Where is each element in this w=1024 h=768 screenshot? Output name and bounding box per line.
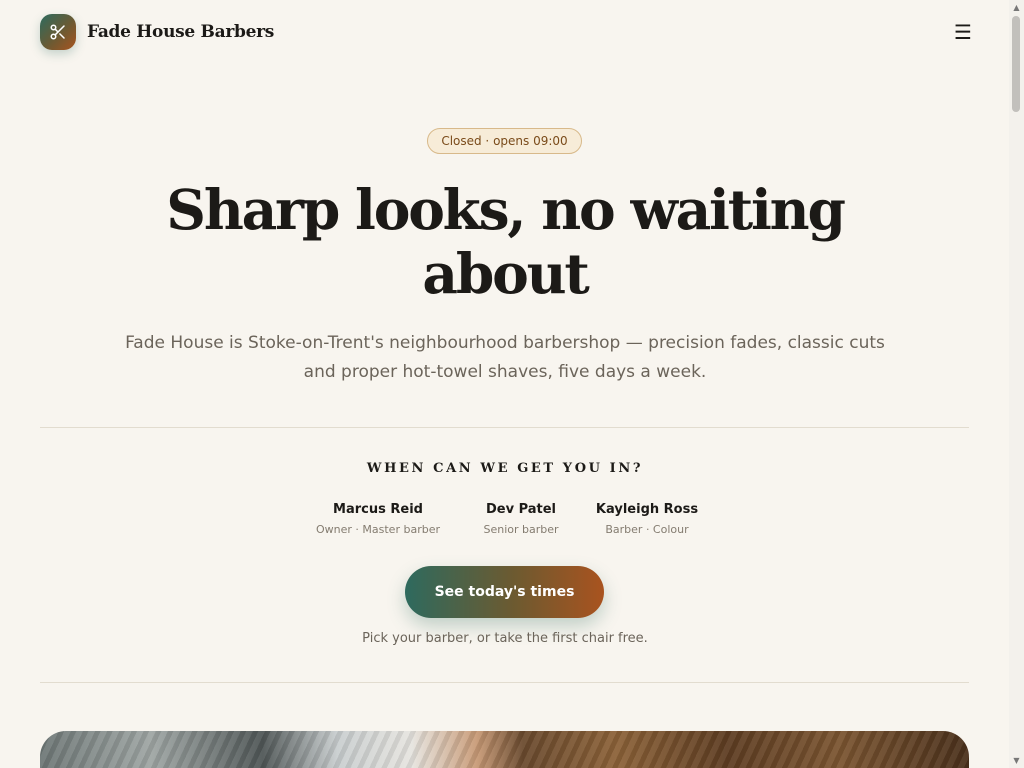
barber-card-marcus-reid[interactable]: Marcus Reid Owner · Master barber [306, 502, 450, 537]
barber-card-kayleigh-ross[interactable]: Kayleigh Ross Barber · Colour [590, 502, 704, 537]
barber-role: Owner · Master barber [316, 523, 440, 536]
barber-card-dev-patel[interactable]: Dev Patel Senior barber [468, 502, 574, 537]
cta-hint: Pick your barber, or take the first chai… [362, 631, 648, 646]
barber-role: Senior barber [483, 523, 559, 536]
barber-name: Kayleigh Ross [595, 502, 699, 517]
site-header: Fade House Barbers ☰ [40, 14, 972, 50]
divider [40, 427, 969, 428]
page-title: Sharp looks, no waiting about [166, 177, 846, 306]
divider [40, 682, 969, 683]
barber-name: Dev Patel [485, 502, 557, 517]
barbershop-photo [40, 731, 969, 768]
barber-role: Barber · Colour [605, 523, 689, 536]
brand-logo-link[interactable]: Fade House Barbers [40, 14, 274, 50]
scrollbar-thumb[interactable] [1012, 16, 1020, 112]
status-badge: Closed · opens 09:00 [427, 128, 582, 154]
brand-name: Fade House Barbers [87, 22, 275, 42]
scissors-icon [40, 14, 76, 50]
scroll-up-arrow-icon[interactable]: ▲ [1009, 0, 1024, 15]
barber-name: Marcus Reid [333, 502, 423, 517]
page-scrollbar[interactable]: ▲ ▼ [1009, 0, 1024, 768]
see-todays-times-button[interactable]: See today's times [405, 566, 604, 618]
hamburger-menu-icon[interactable]: ☰ [948, 17, 978, 47]
booking-section-heading: WHEN CAN WE GET YOU IN? [366, 461, 644, 476]
scroll-down-arrow-icon[interactable]: ▼ [1009, 753, 1024, 768]
hero-subtitle: Fade House is Stoke-on-Trent's neighbour… [125, 333, 885, 382]
